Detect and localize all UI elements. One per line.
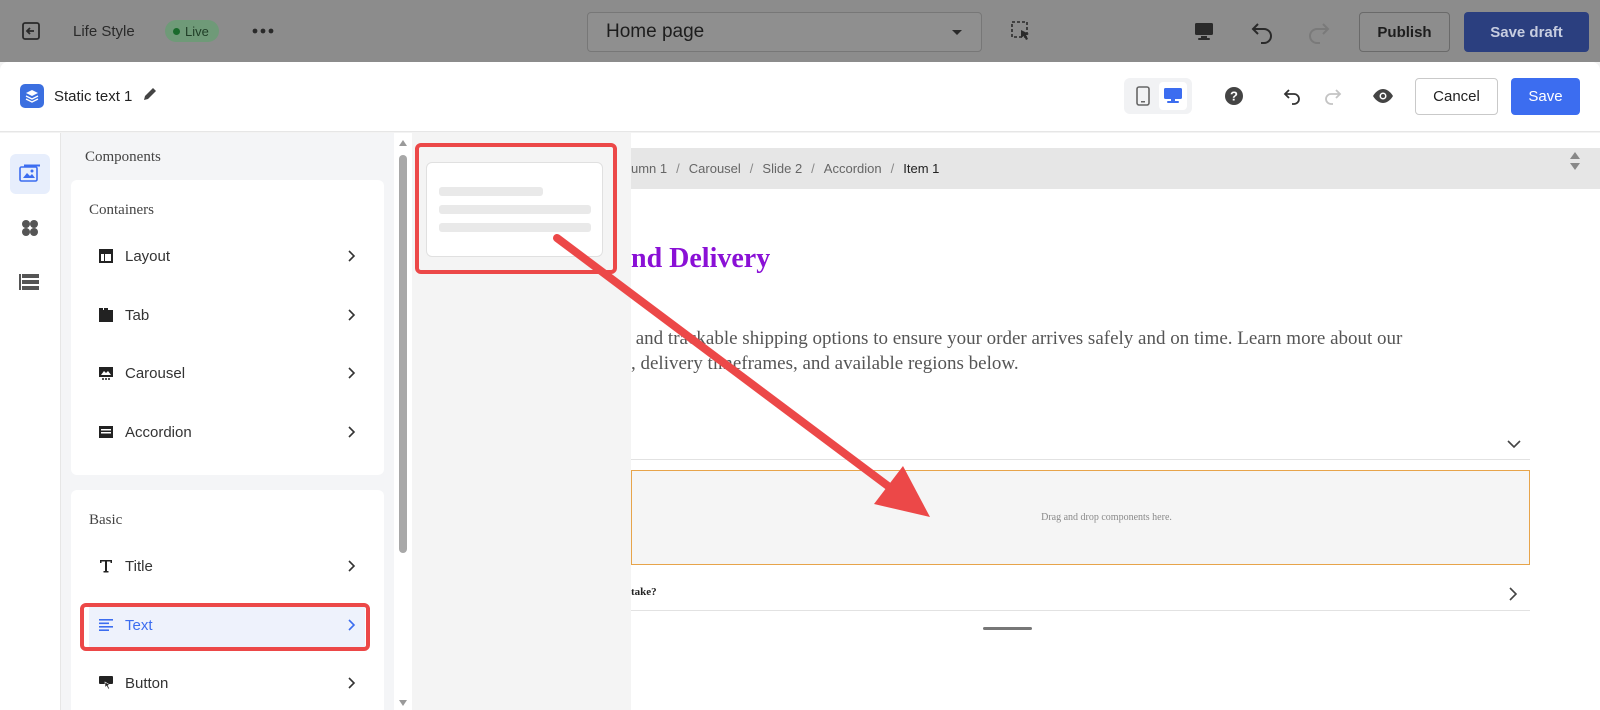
drag-arrow-annotation — [553, 234, 930, 517]
